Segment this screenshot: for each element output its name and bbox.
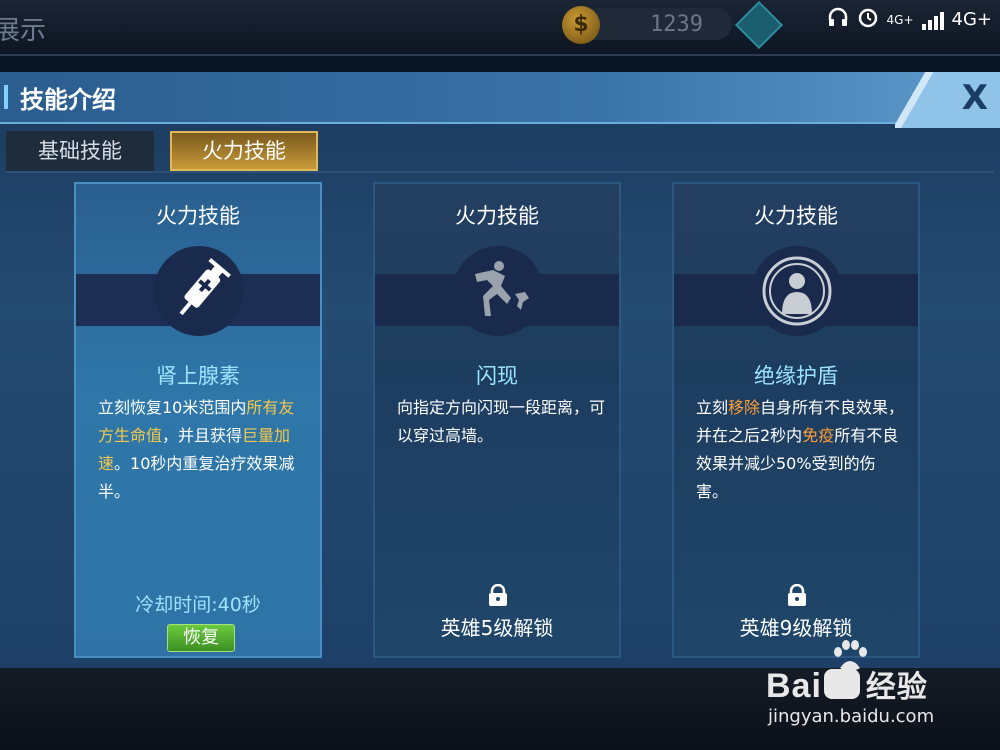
watermark-url: jingyan.baidu.com xyxy=(768,706,935,727)
skill-name: 闪现 xyxy=(476,364,518,388)
headphones-icon xyxy=(827,6,849,33)
tab-firepower-skills[interactable]: 火力技能 xyxy=(170,131,318,171)
unlock-requirement: 英雄5级解锁 xyxy=(440,616,554,640)
lock-icon xyxy=(785,583,809,606)
dash-icon xyxy=(453,246,543,336)
coin-count: 1239 xyxy=(650,12,703,37)
coin-icon: $ xyxy=(562,6,600,44)
gem-icon[interactable] xyxy=(734,0,784,50)
watermark-logo-left: Bai xyxy=(766,667,822,705)
desc-text: ，并且获得 xyxy=(162,426,243,445)
baidu-jingyan-watermark: Bai 经验 jingyan.baidu.com xyxy=(766,640,996,740)
recover-button[interactable]: 恢复 xyxy=(167,624,235,652)
skill-type: 火力技能 xyxy=(156,204,240,228)
tab-divider xyxy=(6,171,994,173)
panel-title: 技能介绍 xyxy=(20,86,116,114)
tab-basic-skills[interactable]: 基础技能 xyxy=(6,131,154,171)
syringe-icon xyxy=(154,246,244,336)
skill-type: 火力技能 xyxy=(754,204,838,228)
alarm-icon xyxy=(857,6,879,33)
cooldown-time: 冷却时间:40秒 xyxy=(135,594,261,616)
watermark-logo-right: 经验 xyxy=(865,671,928,704)
watermark-logo: Bai 经验 xyxy=(766,662,928,706)
top-bar: 展示 $ 1239 4G+ 4G+ xyxy=(0,0,1000,56)
desc-highlight: 移除 xyxy=(728,398,761,417)
header-accent xyxy=(4,85,8,109)
skill-description: 立刻移除自身所有不良效果，并在之后2秒内免疫所有不良效果并减少50%受到的伤害。 xyxy=(696,394,906,506)
close-icon: X xyxy=(961,78,988,118)
desc-highlight: 免疫 xyxy=(802,426,835,445)
desc-text: 。10秒内重复治疗效果减半。 xyxy=(98,454,295,501)
skill-description: 立刻恢复10米范围内所有友方生命值，并且获得巨量加速。10秒内重复治疗效果减半。 xyxy=(98,394,308,506)
du-paw-icon xyxy=(823,669,860,699)
skill-name: 肾上腺素 xyxy=(156,364,240,388)
skill-name: 绝缘护盾 xyxy=(754,364,838,388)
skill-card-flash[interactable]: 火力技能 闪现 向指定方向闪现一段距离，可以穿过高墙。 英雄5级解锁 xyxy=(373,182,621,658)
network-type-2: 4G+ xyxy=(951,9,992,30)
skill-type: 火力技能 xyxy=(455,204,539,228)
desc-text: 立刻恢复10米范围内 xyxy=(98,398,247,417)
status-bar: 4G+ 4G+ xyxy=(827,6,992,33)
unlock-requirement: 英雄9级解锁 xyxy=(739,616,853,640)
desc-text: 立刻 xyxy=(696,398,729,417)
network-type-1: 4G+ xyxy=(886,12,914,27)
lock-icon xyxy=(486,583,510,606)
shield-person-icon xyxy=(752,246,842,336)
panel-header: 技能介绍 xyxy=(0,72,1000,124)
skill-description: 向指定方向闪现一段距离，可以穿过高墙。 xyxy=(397,398,606,445)
skill-card-insulation-shield[interactable]: 火力技能 绝缘护盾 立刻移除自身所有不良效果，并在之后2秒内免疫所有不良效果并减… xyxy=(672,182,920,658)
close-button[interactable]: X xyxy=(895,72,1000,128)
screen-title-fragment: 展示 xyxy=(0,16,47,46)
skill-card-adrenaline[interactable]: 火力技能 肾上腺素 立刻恢复10米范围内所有友方生命值，并且获得巨量加速。10秒… xyxy=(74,182,322,658)
signal-icon xyxy=(921,10,944,30)
skill-intro-panel: 技能介绍 X 基础技能 火力技能 火力技能 肾上腺素 立刻恢复10米范围内所有友… xyxy=(0,72,1000,668)
skill-tabs: 基础技能 火力技能 xyxy=(6,131,318,171)
